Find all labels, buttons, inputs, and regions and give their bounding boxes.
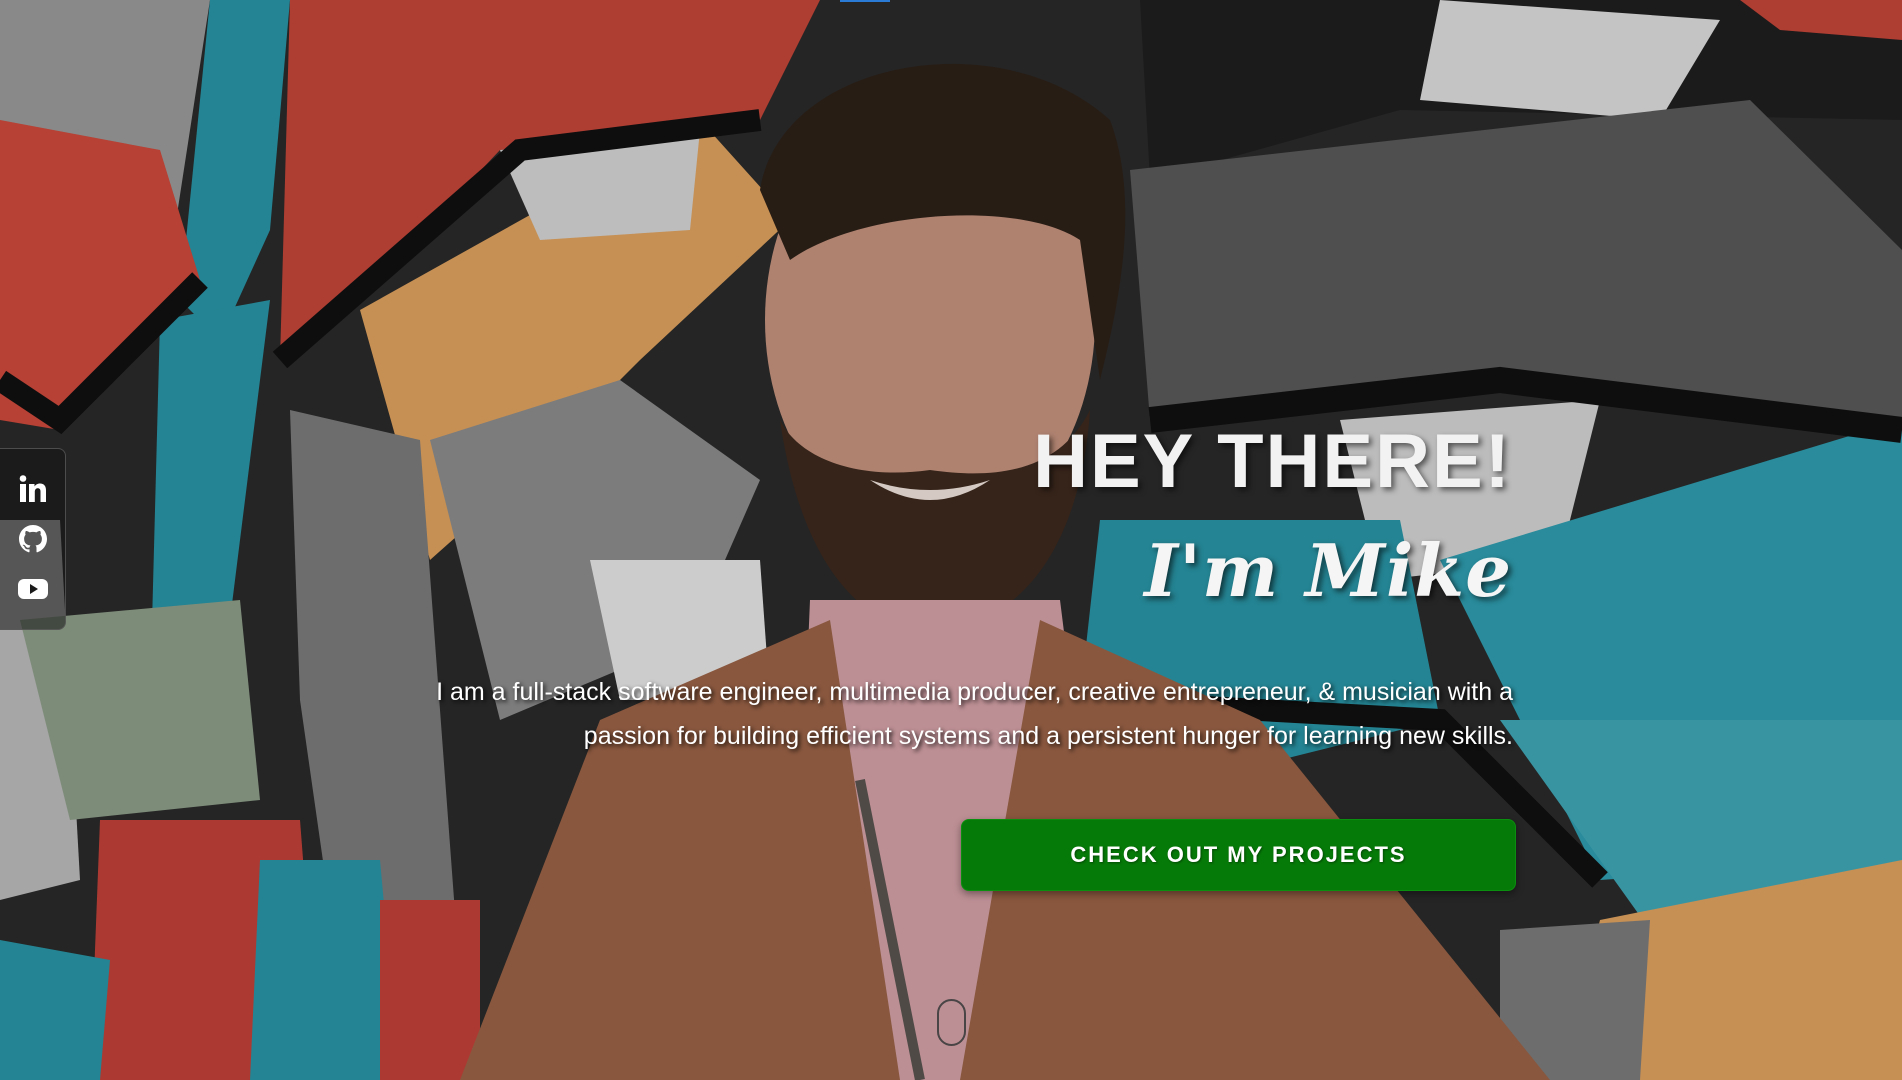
youtube-icon [17,579,48,599]
github-link[interactable] [13,519,53,559]
scroll-down-indicator[interactable] [937,999,966,1046]
hero-headline: HEY THERE! [1033,419,1512,504]
youtube-link[interactable] [13,569,53,609]
top-nav-indicator [840,0,890,2]
check-out-projects-button[interactable]: CHECK OUT MY PROJECTS [961,819,1516,891]
hero-bio: I am a full-stack software engineer, mul… [436,678,1513,750]
hero-section: HEY THERE! I'm Mike I am a full-stack so… [0,0,1902,1080]
hero-name: I'm Mike [1144,528,1512,613]
linkedin-icon [19,475,46,502]
github-icon [18,525,47,553]
social-links-sidebar [0,448,66,630]
background-overlay [0,0,1902,1080]
linkedin-link[interactable] [13,469,53,509]
